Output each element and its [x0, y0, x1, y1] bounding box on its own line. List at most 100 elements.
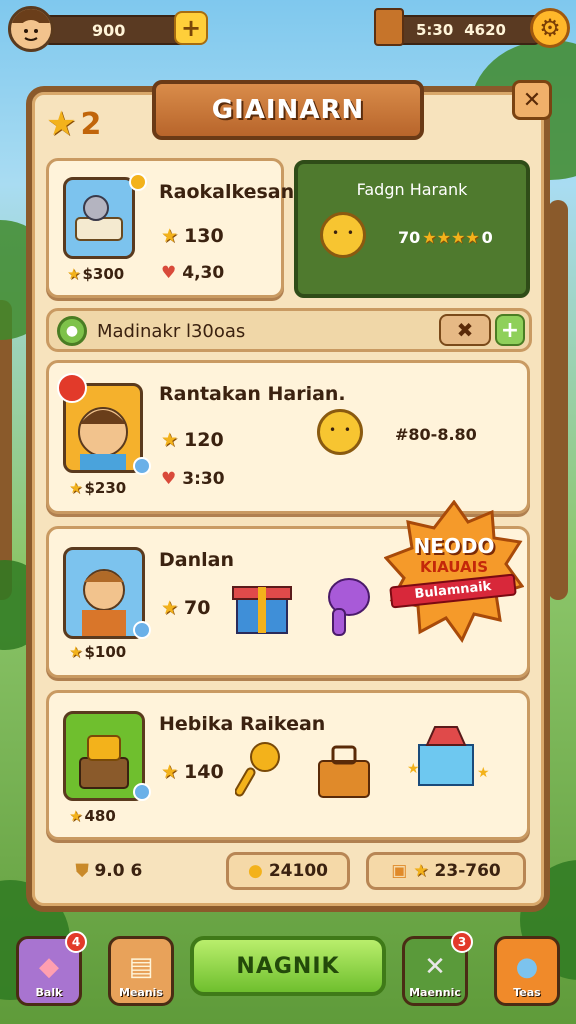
- star-count: 120: [184, 429, 224, 451]
- coin-counter: 900: [42, 15, 192, 45]
- star-icon: ★: [69, 643, 83, 661]
- shop-card-4[interactable]: Hebika Raikean ★ 140 ★ ★ ★ 480: [46, 690, 530, 840]
- star-icon: ★: [46, 104, 77, 144]
- nav-bag-button[interactable]: ◆ Balk 4: [16, 931, 87, 1006]
- heart-stat: ♥ 3:30: [161, 469, 225, 489]
- nav-team-button[interactable]: ● Teas: [494, 936, 560, 1006]
- microphone-icon: [235, 742, 280, 797]
- star-stat: ★ 140: [161, 761, 224, 783]
- close-button[interactable]: ✕: [512, 80, 552, 120]
- info-icon: [133, 457, 151, 475]
- heart-icon: ♥: [161, 263, 177, 283]
- footer-chest-stat[interactable]: ▣ ★ 23-760: [366, 852, 526, 890]
- star-icon: ★: [69, 807, 83, 825]
- add-button[interactable]: +: [495, 314, 525, 346]
- gift-box-icon: [232, 586, 292, 634]
- footer-shield-stat: ⛊ 9.0 6: [54, 852, 164, 890]
- crystal-box-icon: ★ ★: [407, 726, 490, 786]
- tools-icon: ✕: [424, 952, 446, 982]
- search-icon: ●: [57, 316, 87, 346]
- medal-icon: [129, 173, 147, 191]
- hud-coins: 900 +: [8, 6, 208, 52]
- heart-count: 4,30: [182, 263, 225, 283]
- reward-stars: 70 ★★★★ 0: [398, 228, 493, 247]
- card-title: Rantakan Harian.: [159, 383, 346, 405]
- star-stat: ★ 130: [161, 225, 224, 247]
- nav-label: Balk: [35, 986, 63, 999]
- star-stat: ★ 70: [161, 597, 211, 619]
- exchange-value: #80-8.80: [395, 425, 477, 444]
- shop-card-1[interactable]: Raokalkesan ★ 130 ♥ 4,30 ★ $300: [46, 158, 294, 298]
- status-bar: 5:30 4620: [392, 15, 542, 45]
- shield-value: 9.0 6: [94, 861, 143, 881]
- treasure-chest-icon: [318, 745, 370, 798]
- footer-coin-stat[interactable]: ● 24100: [226, 852, 350, 890]
- add-coins-button[interactable]: +: [174, 11, 208, 45]
- sun-creature-icon: [320, 212, 366, 258]
- heart-icon: ♥: [161, 469, 177, 489]
- card-title: Danlan: [159, 549, 234, 571]
- price-value: $230: [84, 479, 127, 497]
- star-count: 70: [184, 597, 211, 619]
- price-value: 480: [84, 807, 116, 825]
- star-icon: ★: [69, 479, 83, 497]
- price-tag: ★ $100: [69, 643, 126, 661]
- price-tag: ★ $230: [69, 479, 126, 497]
- search-input[interactable]: Madinakr l30oas: [97, 321, 245, 342]
- star-icon: ★: [413, 861, 429, 881]
- settings-gear-icon[interactable]: ⚙: [530, 8, 570, 48]
- notification-badge: 4: [65, 931, 87, 953]
- star-icon: ★: [161, 597, 179, 619]
- globe-icon: ●: [515, 952, 539, 982]
- reward-end-value: 0: [481, 228, 493, 247]
- book-icon[interactable]: [374, 8, 404, 46]
- promo-badge[interactable]: NEODO KIAUAIS Bulamnaik: [384, 500, 524, 650]
- star-count: 140: [184, 761, 224, 783]
- svg-text:★: ★: [477, 765, 490, 781]
- character-thumbnail: [63, 547, 145, 639]
- star-icon: ★: [161, 225, 179, 247]
- stars-rating-icon: ★★★★: [422, 228, 480, 247]
- main-action-button[interactable]: NAGNIK: [190, 936, 386, 996]
- price-value: $300: [82, 265, 125, 283]
- level-indicator: ★ 2: [46, 104, 101, 144]
- nav-menu-button[interactable]: ▤ Meanis: [108, 936, 174, 1006]
- info-icon: [133, 621, 151, 639]
- star-icon: ★: [161, 761, 179, 783]
- tools-button[interactable]: ✖: [439, 314, 491, 346]
- heart-count: 3:30: [182, 469, 225, 489]
- reward-title: Fadgn Harank: [356, 180, 468, 199]
- notification-badge: 3: [451, 931, 473, 953]
- shop-card-2[interactable]: Rantakan Harian. ★ 120 ♥ 3:30 #80-8.80 ★…: [46, 360, 530, 514]
- promo-line-1: NEODO: [413, 534, 495, 558]
- card-title: Raokalkesan: [159, 181, 295, 203]
- coin-total: 24100: [268, 861, 328, 881]
- heart-stat: ♥ 4,30: [161, 263, 224, 283]
- star-stat: ★ 120: [161, 429, 224, 451]
- star-icon: ★: [67, 265, 81, 283]
- scroll-icon: ▤: [128, 952, 154, 982]
- player-avatar[interactable]: [8, 6, 54, 52]
- card-title: Hebika Raikean: [159, 713, 326, 735]
- price-tag: ★ 480: [69, 807, 116, 825]
- shield-icon: ⛊: [75, 861, 89, 881]
- hud-status: 5:30 4620 ⚙: [374, 6, 570, 50]
- item-thumbnail: [63, 177, 135, 259]
- panel-title: GIAINARN: [152, 80, 424, 140]
- level-value: 2: [80, 106, 102, 142]
- sun-creature-icon: [317, 409, 363, 455]
- coin-icon: ●: [248, 861, 263, 881]
- chest-value: 23-760: [434, 861, 501, 881]
- reward-value: 70: [398, 228, 421, 247]
- promo-line-2: KIAUAIS: [419, 558, 489, 576]
- nav-label: Meanis: [119, 986, 163, 999]
- coin-value: 900: [92, 20, 126, 40]
- nav-tools-button[interactable]: ✕ Maennic 3: [402, 931, 473, 1006]
- sale-badge-icon: [57, 373, 87, 403]
- chest-icon: ▣: [391, 861, 408, 881]
- search-bar[interactable]: ● Madinakr l30oas ✖ +: [46, 308, 532, 352]
- star-count: 130: [184, 225, 224, 247]
- star-icon: ★: [161, 429, 179, 451]
- trophy-thumbnail: [63, 711, 145, 801]
- reward-card[interactable]: Fadgn Harank 70 ★★★★ 0: [294, 160, 530, 298]
